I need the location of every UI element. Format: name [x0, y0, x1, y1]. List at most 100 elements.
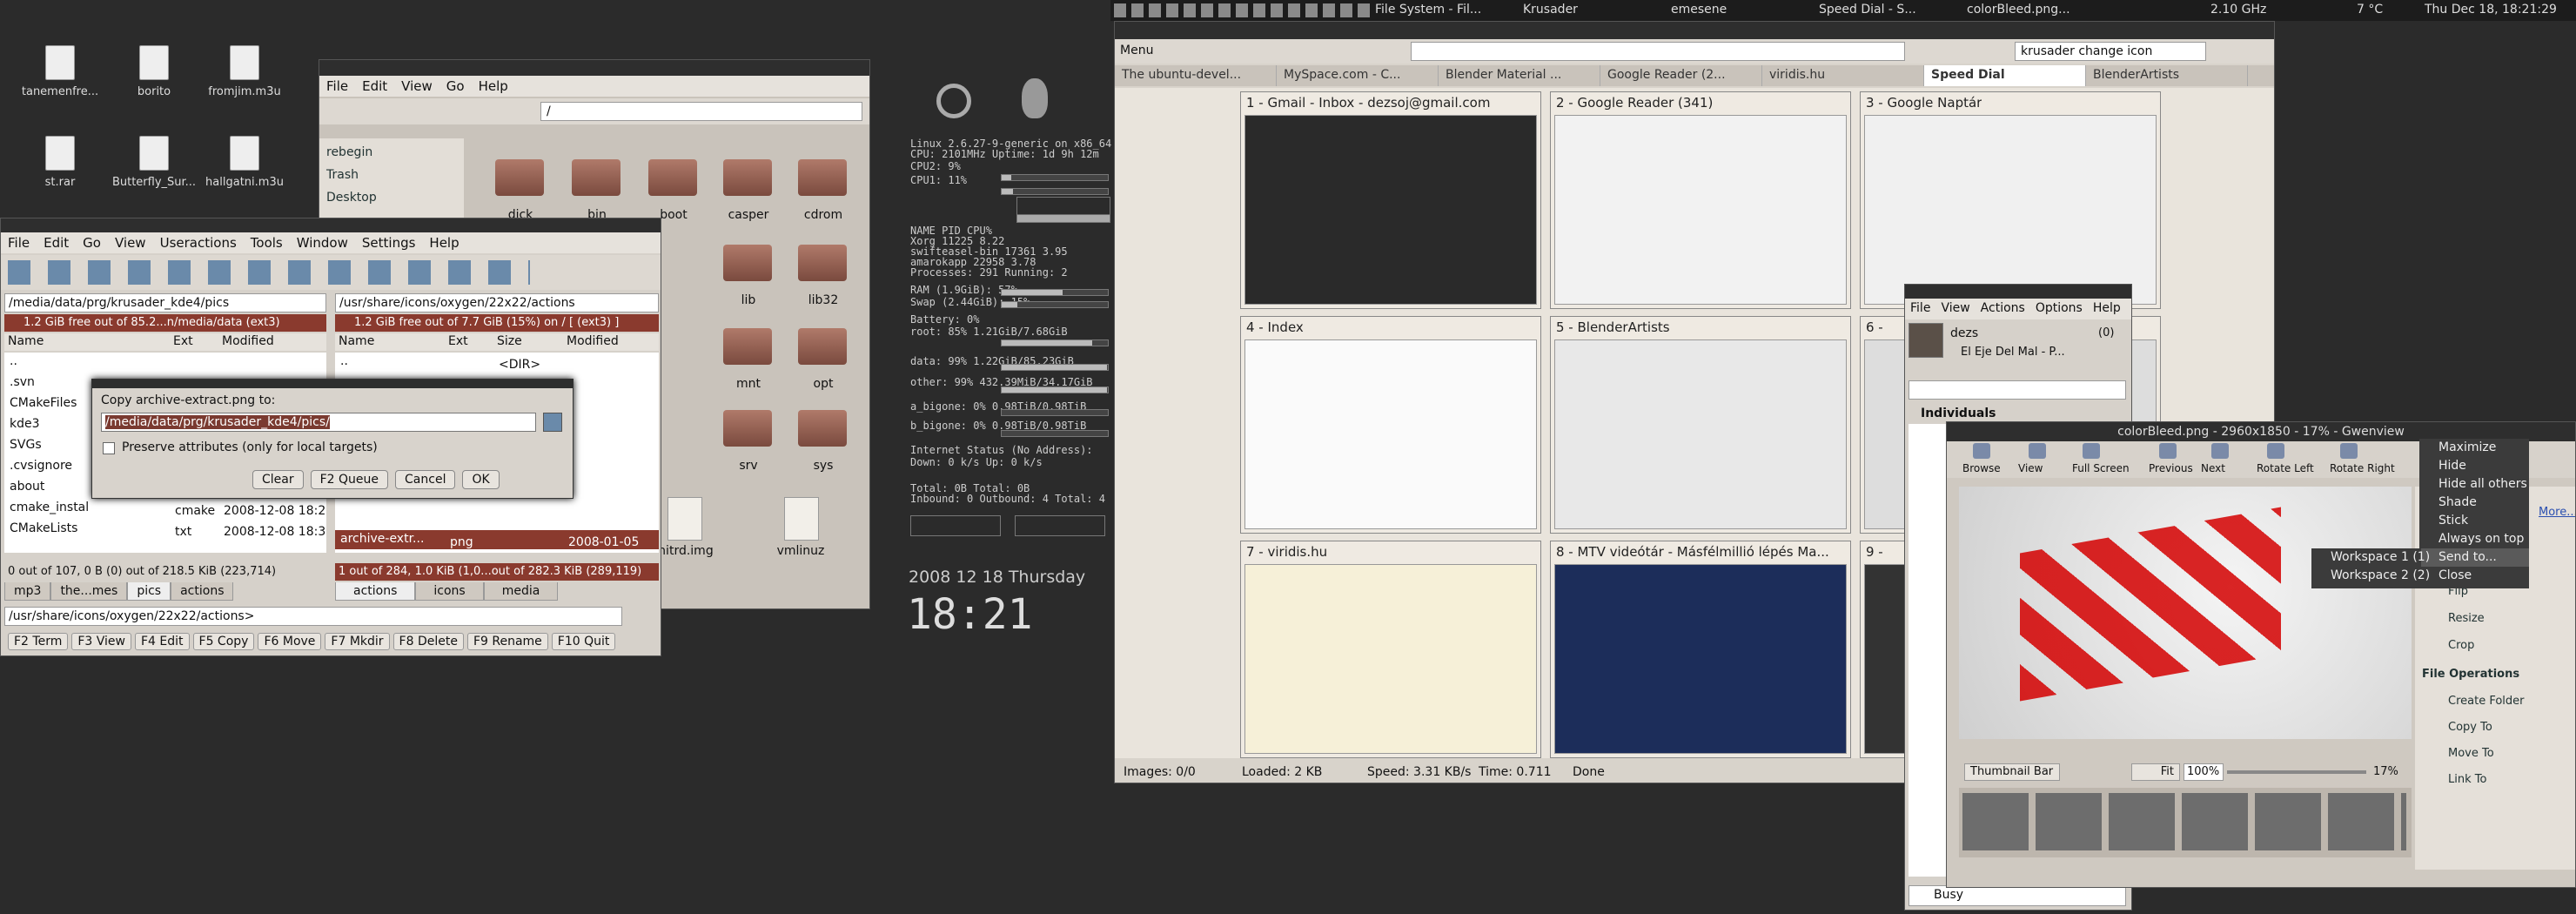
clock[interactable]: Thu Dec 18, 18:21:29: [2425, 3, 2557, 17]
browse-icon[interactable]: [543, 413, 562, 432]
speed-dial-1[interactable]: 1 - Gmail - Inbox - dezsoj@gmail.com: [1240, 91, 1541, 309]
copy-dialog-titlebar[interactable]: [92, 380, 573, 388]
left-col-ext[interactable]: Ext: [170, 333, 218, 349]
window-menu-3[interactable]: Shade: [2419, 494, 2529, 512]
krusader-menu-edit[interactable]: Edit: [37, 232, 76, 253]
folder-icon[interactable]: [798, 159, 847, 196]
toolbar-icon-5[interactable]: [2267, 443, 2284, 459]
window-menu-7[interactable]: Close: [2419, 567, 2529, 585]
desktop-file-icon[interactable]: [230, 45, 259, 80]
toolbar-label-6[interactable]: Rotate Right: [2330, 462, 2395, 474]
desktop-file-icon[interactable]: [45, 136, 75, 171]
nautilus-menu-view[interactable]: View: [394, 76, 439, 97]
browser-tab-5[interactable]: Speed Dial: [1924, 65, 2086, 86]
zoom-slider[interactable]: [2227, 770, 2366, 774]
zoom-field[interactable]: 100%: [2184, 763, 2224, 781]
location-field[interactable]: /: [540, 102, 862, 121]
toolbar-label-4[interactable]: Next: [2201, 462, 2225, 474]
toolbar-icon-2[interactable]: [2083, 443, 2100, 459]
search-box[interactable]: krusader change icon: [2015, 42, 2206, 61]
toolbar-icon-0[interactable]: [1973, 443, 1990, 459]
sidebar-item-trash[interactable]: Trash: [326, 168, 359, 182]
fkey-button-6[interactable]: F6 Move: [258, 633, 322, 650]
window-menu-2[interactable]: Hide all others: [2419, 475, 2529, 494]
emesene-menu-options[interactable]: Options: [2030, 299, 2088, 318]
krusader-menu-help[interactable]: Help: [422, 232, 466, 253]
url-bar[interactable]: [1411, 42, 1905, 61]
krusader-menu-settings[interactable]: Settings: [355, 232, 423, 253]
window-menu-1[interactable]: Hide: [2419, 457, 2529, 475]
emesene-user[interactable]: dezs: [1950, 326, 1978, 340]
sidebar-item-rebegin[interactable]: rebegin: [326, 145, 372, 159]
right-col-name[interactable]: Name: [335, 333, 445, 349]
nautilus-menu-edit[interactable]: Edit: [355, 76, 394, 97]
browser-tab-0[interactable]: The ubuntu-devel...: [1115, 65, 1277, 86]
browser-tab-1[interactable]: MySpace.com - C...: [1277, 65, 1439, 86]
table-row[interactable]: archive-extr... png 2008-01-05: [335, 530, 659, 549]
file-op-3[interactable]: Link To: [2448, 773, 2486, 786]
workspace-item-1[interactable]: Workspace 1 (1): [2311, 548, 2430, 567]
folder-icon[interactable]: [723, 245, 772, 281]
browser-tab-2[interactable]: Blender Material ...: [1439, 65, 1600, 86]
image-view[interactable]: [1959, 487, 2412, 739]
right-tab-0[interactable]: actions: [335, 582, 416, 601]
dialog-button-f2-queue[interactable]: F2 Queue: [310, 470, 389, 489]
toolbar-icon-1[interactable]: [2029, 443, 2046, 459]
browser-tab-4[interactable]: viridis.hu: [1762, 65, 1924, 86]
fkey-button-9[interactable]: F9 Rename: [466, 633, 548, 650]
fkey-button-5[interactable]: F5 Copy: [192, 633, 255, 650]
preserve-attributes-checkbox[interactable]: [103, 442, 115, 454]
nautilus-menu-go[interactable]: Go: [439, 76, 472, 97]
left-path-bar[interactable]: /media/data/prg/krusader_kde4/pics: [4, 293, 326, 313]
krusader-toolbar-buttons[interactable]: [8, 260, 530, 285]
left-col-modified[interactable]: Modified: [218, 333, 314, 349]
window-menu-0[interactable]: Maximize: [2419, 439, 2529, 457]
left-tab-0[interactable]: mp3: [4, 582, 51, 601]
desktop-file-icon[interactable]: [230, 136, 259, 171]
command-line[interactable]: /usr/share/icons/oxygen/22x22/actions>: [4, 607, 622, 626]
emesene-menu-file[interactable]: File: [1905, 299, 1935, 318]
krusader-menu-file[interactable]: File: [1, 232, 37, 253]
window-menu-5[interactable]: Always on top: [2419, 530, 2529, 548]
speed-dial-5[interactable]: 5 - BlenderArtists: [1550, 316, 1851, 534]
right-path-bar[interactable]: /usr/share/icons/oxygen/22x22/actions: [335, 293, 659, 313]
fkey-button-8[interactable]: F8 Delete: [392, 633, 464, 650]
workspace-item-2[interactable]: Workspace 2 (2): [2311, 567, 2430, 585]
file-icon[interactable]: [784, 497, 819, 541]
krusader-menu-go[interactable]: Go: [76, 232, 108, 253]
panel-task-3[interactable]: Speed Dial - S...: [1819, 3, 1967, 17]
emesene-avatar[interactable]: [1909, 323, 1943, 358]
desktop-file-icon[interactable]: [139, 45, 169, 80]
speed-dial-3[interactable]: 3 - Google Naptár: [1860, 91, 2161, 309]
file-op-1[interactable]: Copy To: [2448, 721, 2492, 734]
copy-destination-input[interactable]: /media/data/prg/krusader_kde4/pics/: [101, 413, 536, 432]
dialog-button-clear[interactable]: Clear: [252, 470, 304, 489]
emesene-menu-help[interactable]: Help: [2088, 299, 2126, 318]
left-col-name[interactable]: Name: [4, 333, 170, 349]
file-op-2[interactable]: Move To: [2448, 747, 2494, 760]
table-row[interactable]: arrow-down-...png955 B2008-01-05: [335, 551, 659, 553]
left-tab-2[interactable]: pics: [127, 582, 171, 601]
side-action-5[interactable]: Crop: [2448, 639, 2474, 652]
speed-dial-4[interactable]: 4 - Index: [1240, 316, 1541, 534]
panel-task-2[interactable]: emesene: [1671, 3, 1819, 17]
toolbar-icon-4[interactable]: [2211, 443, 2229, 459]
folder-icon[interactable]: [723, 159, 772, 196]
toolbar-icon-3[interactable]: [2159, 443, 2177, 459]
table-row[interactable]: cmake_instal cmake 2008-12-08 18:25: [4, 499, 326, 518]
nautilus-titlebar[interactable]: [319, 60, 869, 76]
fkey-button-4[interactable]: F4 Edit: [134, 633, 190, 650]
folder-icon[interactable]: [723, 410, 772, 447]
weather[interactable]: 7 °C: [2357, 3, 2383, 17]
krusader-menu-view[interactable]: View: [108, 232, 153, 253]
sidebar-item-desktop[interactable]: Desktop: [326, 191, 377, 205]
speed-dial-2[interactable]: 2 - Google Reader (341): [1550, 91, 1851, 309]
nautilus-menu-file[interactable]: File: [319, 76, 355, 97]
table-row[interactable]: CMakeLists txt 2008-12-08 18:39: [4, 520, 326, 539]
folder-icon[interactable]: [495, 159, 544, 196]
dialog-button-ok[interactable]: OK: [462, 470, 500, 489]
speed-dial-8[interactable]: 8 - MTV videótár - Másfélmillió lépés Ma…: [1550, 541, 1851, 758]
right-tab-1[interactable]: icons: [415, 582, 484, 601]
emesene-personal-message[interactable]: El Eje Del Mal - P...: [1961, 346, 2065, 359]
right-column-headers[interactable]: Name Ext Size Modified: [335, 333, 659, 351]
